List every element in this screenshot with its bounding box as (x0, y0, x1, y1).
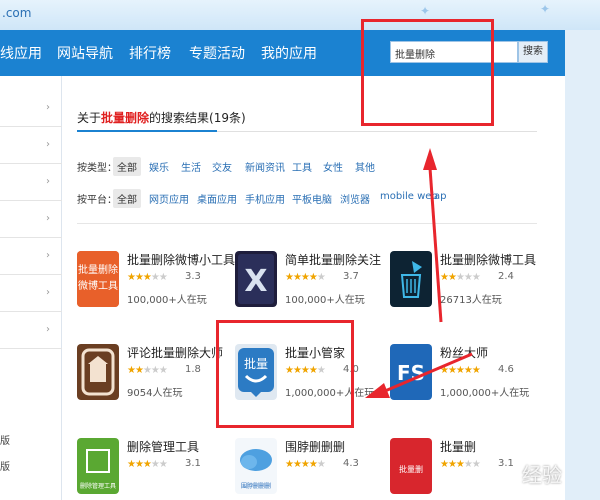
arrow-left-head (365, 383, 390, 398)
watermark-text: 经验 (522, 463, 562, 487)
arrow-up-head (423, 148, 437, 170)
arrow-up-line (428, 167, 443, 323)
arrow-left-line (384, 352, 473, 393)
annotation-arrows (365, 148, 473, 398)
